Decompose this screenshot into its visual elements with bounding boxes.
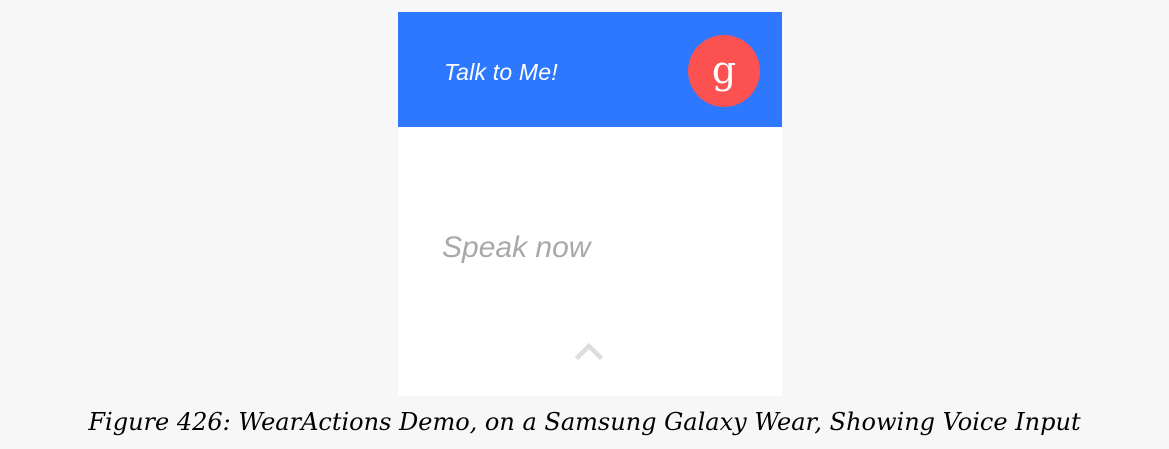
google-voice-button[interactable]: g — [688, 35, 760, 107]
wear-screen: Talk to Me! g Speak now — [398, 12, 782, 396]
speak-now-prompt: Speak now — [442, 231, 591, 264]
chevron-up-icon[interactable] — [574, 342, 604, 360]
app-title: Talk to Me! — [444, 59, 558, 85]
app-header: Talk to Me! g — [398, 12, 782, 127]
page: Talk to Me! g Speak now Figure 426: Wear… — [0, 0, 1169, 449]
figure-caption: Figure 426: WearActions Demo, on a Samsu… — [88, 408, 1081, 436]
